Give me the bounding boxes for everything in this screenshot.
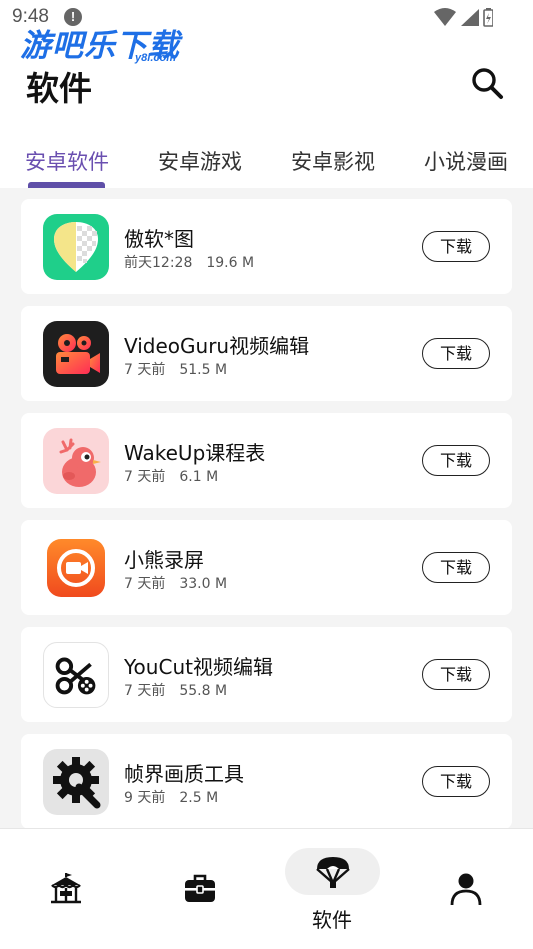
parachute-icon [316, 857, 350, 888]
nav-software-label: 软件 [312, 908, 352, 932]
list-item[interactable]: YouCut视频编辑 7 天前 55.8 M 下载 [21, 627, 512, 722]
app-meta: 9 天前 2.5 M [124, 787, 218, 807]
app-name: VideoGuru视频编辑 [124, 334, 310, 358]
download-button[interactable]: 下载 [422, 659, 490, 690]
app-meta: 7 天前 6.1 M [124, 466, 218, 486]
list-item[interactable]: VideoGuru视频编辑 7 天前 51.5 M 下载 [21, 306, 512, 401]
battery-icon [483, 8, 494, 27]
nav-games[interactable] [150, 829, 250, 949]
bottom-nav: 软件 [0, 828, 533, 949]
search-button[interactable] [470, 66, 506, 102]
watermark-logo: 游吧乐下载 y8l.com [20, 20, 180, 65]
app-meta: 7 天前 55.8 M [124, 680, 227, 700]
aoruan-cutout-icon [43, 214, 109, 280]
app-time: 7 天前 [124, 576, 166, 592]
app-time: 7 天前 [124, 469, 166, 485]
app-list: 傲软*图 前天12:28 19.6 M 下载 VideoGuru视频编辑 7 天前… [0, 188, 533, 828]
list-item[interactable]: 小熊录屏 7 天前 33.0 M 下载 [21, 520, 512, 615]
category-tabs: 安卓软件 安卓游戏 安卓影视 小说漫画 [0, 140, 533, 188]
app-name: 小熊录屏 [124, 548, 204, 572]
app-meta: 前天12:28 19.6 M [124, 252, 254, 272]
list-item[interactable]: 傲软*图 前天12:28 19.6 M 下载 [21, 199, 512, 294]
list-item[interactable]: WakeUp课程表 7 天前 6.1 M 下载 [21, 413, 512, 508]
youcut-scissors-icon [43, 642, 109, 708]
status-icons [433, 7, 494, 33]
nav-profile[interactable] [416, 829, 516, 949]
app-time: 7 天前 [124, 362, 166, 378]
search-icon [472, 68, 503, 99]
download-button[interactable]: 下载 [422, 231, 490, 262]
app-name: 帧界画质工具 [124, 762, 244, 786]
app-size: 55.8 M [179, 683, 228, 699]
app-size: 2.5 M [179, 790, 219, 806]
app-size: 51.5 M [179, 362, 228, 378]
app-size: 19.6 M [206, 255, 255, 271]
carousel-icon [51, 873, 81, 904]
nav-home[interactable] [16, 829, 116, 949]
app-name: 傲软*图 [124, 227, 194, 251]
page-title: 软件 [26, 69, 92, 108]
tab-novels-comics[interactable]: 小说漫画 [424, 146, 508, 176]
gear-tool-icon [43, 749, 109, 815]
app-size: 6.1 M [179, 469, 219, 485]
app-time: 前天12:28 [124, 255, 193, 271]
watermark-sub: y8l.com [135, 52, 176, 64]
person-icon [450, 873, 482, 906]
download-button[interactable]: 下载 [422, 552, 490, 583]
app-time: 9 天前 [124, 790, 166, 806]
xiaoxiong-record-icon [43, 535, 109, 601]
wifi-icon [434, 8, 456, 26]
wakeup-bird-icon [43, 428, 109, 494]
tab-android-video[interactable]: 安卓影视 [291, 146, 375, 176]
app-name: WakeUp课程表 [124, 441, 266, 465]
videoguru-camera-icon [43, 321, 109, 387]
toolbox-icon [185, 874, 215, 902]
tab-android-games[interactable]: 安卓游戏 [158, 146, 242, 176]
app-name: YouCut视频编辑 [124, 655, 273, 679]
download-button[interactable]: 下载 [422, 445, 490, 476]
signal-icon [461, 9, 479, 26]
app-meta: 7 天前 33.0 M [124, 573, 227, 593]
tab-android-software[interactable]: 安卓软件 [25, 146, 109, 176]
app-size: 33.0 M [179, 576, 228, 592]
app-meta: 7 天前 51.5 M [124, 359, 227, 379]
list-item[interactable]: 帧界画质工具 9 天前 2.5 M 下载 [21, 734, 512, 828]
download-button[interactable]: 下载 [422, 766, 490, 797]
app-time: 7 天前 [124, 683, 166, 699]
download-button[interactable]: 下载 [422, 338, 490, 369]
